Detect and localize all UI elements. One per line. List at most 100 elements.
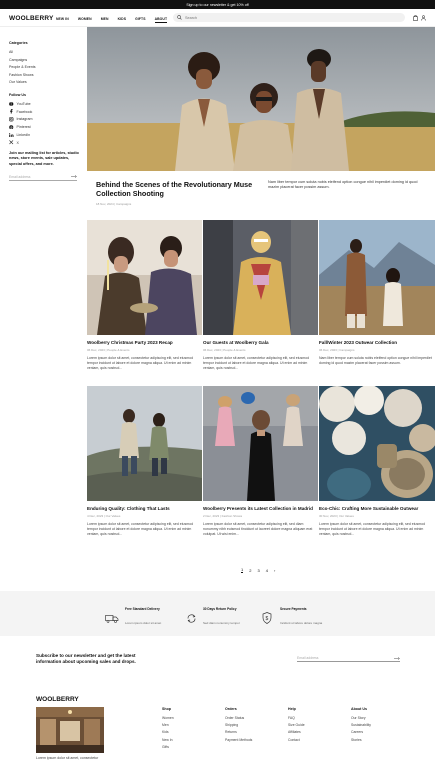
arrow-right-icon[interactable] xyxy=(71,175,77,179)
footer-link[interactable]: Men xyxy=(162,723,174,727)
x-icon xyxy=(9,140,14,145)
search-icon xyxy=(177,15,182,20)
social-instagram[interactable]: Instagram xyxy=(9,117,81,122)
nav-new-in[interactable]: NEW IN xyxy=(56,17,69,23)
article-image[interactable] xyxy=(319,386,435,501)
announcement-text: Sign up to our newsletter & get 10% off xyxy=(186,2,249,7)
page-1[interactable]: 1 xyxy=(241,567,244,573)
search-bar[interactable] xyxy=(173,13,405,22)
newsletter-email-field[interactable]: Email address xyxy=(297,656,400,662)
article-excerpt: Lorem ipsum dolor sit amet, consectetur … xyxy=(319,522,426,536)
footer-link[interactable]: Our Story xyxy=(351,716,371,720)
sidebar-email-placeholder: Email address xyxy=(9,174,31,179)
newsletter-text: Subscribe to our newsletter and get the … xyxy=(36,653,136,665)
bag-icon[interactable] xyxy=(413,14,418,21)
article-image[interactable] xyxy=(319,220,435,335)
category-campaigns[interactable]: Campaigns xyxy=(9,58,81,62)
footer-link[interactable]: FAQ xyxy=(288,716,305,720)
article-excerpt: Lorem ipsum dolor sit amet, consectetur … xyxy=(87,356,194,370)
category-our-values[interactable]: Our Values xyxy=(9,80,81,84)
article-excerpt: Nam liber tempor cum soluta nobis eleife… xyxy=(319,356,432,365)
footer-link[interactable]: Size Guide xyxy=(288,723,305,727)
article-card[interactable]: Fall/Winter 2023 Outwear Collection 06 D… xyxy=(319,220,435,366)
site-header: WOOLBERRY NEW IN WOMEN MEN KIDS GIFTS AB… xyxy=(0,9,435,27)
return-icon xyxy=(187,613,196,623)
perk-delivery-title: Free Standard Delivery xyxy=(125,607,160,611)
next-page-button[interactable]: › xyxy=(274,568,275,573)
categories-heading: Categories xyxy=(9,41,28,45)
announcement-bar[interactable]: Sign up to our newsletter & get 10% off xyxy=(0,0,435,9)
social-facebook-label: Facebook xyxy=(16,109,33,114)
footer-link[interactable]: Careers xyxy=(351,730,371,734)
youtube-icon xyxy=(9,102,14,106)
nav-about[interactable]: ABOUT xyxy=(154,17,168,23)
social-linkedin-label: LinkedIn xyxy=(16,132,31,137)
page-3[interactable]: 3 xyxy=(257,568,259,573)
footer-logo[interactable]: WOOLBERRY xyxy=(36,696,79,703)
social-linkedin[interactable]: LinkedIn xyxy=(9,132,81,138)
footer-link[interactable]: New In xyxy=(162,738,174,742)
perks-strip: Free Standard Delivery Lorem ipsum dolor … xyxy=(0,591,435,636)
footer-link[interactable]: Payment Methods xyxy=(225,738,252,742)
footer-link[interactable]: Contact xyxy=(288,738,305,742)
article-image[interactable] xyxy=(87,386,202,501)
footer-link[interactable]: Stories xyxy=(351,738,371,742)
social-x[interactable]: X xyxy=(9,140,81,145)
category-people-events[interactable]: People & Events xyxy=(9,65,81,69)
article-meta: 30 Nov, 2023 | Our Values xyxy=(319,514,354,518)
footer-link[interactable]: Shipping xyxy=(225,723,252,727)
article-card[interactable]: Enduring Quality: Clothing That Lasts 4 … xyxy=(87,386,202,536)
footer-link[interactable]: Sustainability xyxy=(351,723,371,727)
footer-link[interactable]: Order Status xyxy=(225,716,252,720)
article-image[interactable] xyxy=(87,220,202,335)
category-fashion-shows[interactable]: Fashion Shows xyxy=(9,73,81,77)
article-title[interactable]: Fall/Winter 2023 Outwear Collection xyxy=(319,340,435,346)
hero-meta: 18 Nov, 2024 | Campaigns xyxy=(96,202,132,206)
footer-link[interactable]: Returns xyxy=(225,730,252,734)
article-card[interactable]: Woolberry Christmas Party 2023 Recap 06 … xyxy=(87,220,202,370)
article-meta: 06 Dec, 2023 | Campaigns xyxy=(319,348,355,352)
newsletter-email-placeholder: Email address xyxy=(297,656,319,660)
article-card[interactable]: Our Guests at Woolberry Gala 06 Dec, 202… xyxy=(203,220,318,370)
nav-kids[interactable]: KIDS xyxy=(118,17,127,23)
svg-text:p: p xyxy=(10,125,12,129)
category-all[interactable]: All xyxy=(9,50,81,54)
social-pinterest-label: Pinterest xyxy=(16,125,31,130)
main-nav: NEW IN WOMEN MEN KIDS GIFTS ABOUT xyxy=(56,17,176,23)
site-logo[interactable]: WOOLBERRY xyxy=(9,15,54,22)
social-facebook[interactable]: Facebook xyxy=(9,109,81,114)
article-card[interactable]: Woolberry Presents its Latest Collection… xyxy=(203,386,318,536)
nav-women[interactable]: WOMEN xyxy=(78,17,92,23)
social-youtube-label: YouTube xyxy=(16,102,31,106)
article-card[interactable]: Eco-Chic: Crafting More Sustainable Outw… xyxy=(319,386,435,536)
article-title[interactable]: Enduring Quality: Clothing That Lasts xyxy=(87,506,202,512)
hero-title[interactable]: Behind the Scenes of the Revolutionary M… xyxy=(96,180,261,198)
article-title[interactable]: Woolberry Christmas Party 2023 Recap xyxy=(87,340,202,346)
page-4[interactable]: 4 xyxy=(266,568,268,573)
search-input[interactable] xyxy=(185,15,385,20)
perk-payments-title: Secure Payments xyxy=(280,607,307,611)
hero-image[interactable] xyxy=(87,27,435,171)
social-pinterest[interactable]: p Pinterest xyxy=(9,125,81,130)
user-icon[interactable] xyxy=(421,14,426,21)
pinterest-icon: p xyxy=(9,125,14,129)
header-icons xyxy=(413,14,426,21)
article-title[interactable]: Eco-Chic: Crafting More Sustainable Outw… xyxy=(319,506,435,512)
footer-link[interactable]: Gifts xyxy=(162,745,174,749)
footer-col-help: Help FAQ Size Guide Affiliates Contact xyxy=(288,707,305,745)
article-title[interactable]: Woolberry Presents its Latest Collection… xyxy=(203,506,318,512)
article-title[interactable]: Our Guests at Woolberry Gala xyxy=(203,340,318,346)
blog-sidebar: Categories All Campaigns People & Events… xyxy=(9,41,81,181)
nav-men[interactable]: MEN xyxy=(101,17,109,23)
pagination: 1 2 3 4 › xyxy=(241,567,275,573)
article-image[interactable] xyxy=(203,386,318,501)
sidebar-email-field[interactable]: Email address xyxy=(9,175,77,181)
social-youtube[interactable]: YouTube xyxy=(9,102,81,106)
footer-link[interactable]: Affiliates xyxy=(288,730,305,734)
page-2[interactable]: 2 xyxy=(249,568,251,573)
article-image[interactable] xyxy=(203,220,318,335)
nav-gifts[interactable]: GIFTS xyxy=(135,17,145,23)
arrow-right-icon[interactable] xyxy=(394,656,400,660)
footer-link[interactable]: Kids xyxy=(162,730,174,734)
footer-link[interactable]: Women xyxy=(162,716,174,720)
